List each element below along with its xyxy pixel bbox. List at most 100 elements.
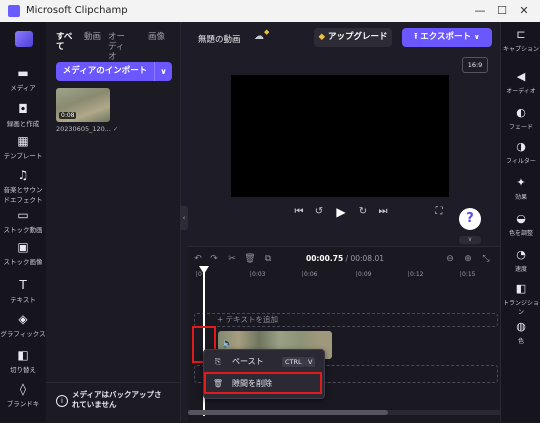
nav-label: テキスト xyxy=(10,296,36,304)
skip-end-icon[interactable]: ⏭ xyxy=(376,204,390,220)
tab-audio[interactable]: オーディオ xyxy=(108,32,130,62)
close-button[interactable]: ✕ xyxy=(514,3,534,19)
panel-fade[interactable]: ◐ フェード xyxy=(501,106,540,131)
project-name[interactable]: 無題の動画 xyxy=(198,33,241,45)
paste-label: ペースト xyxy=(232,357,264,366)
forward-5s-icon[interactable]: ↻ xyxy=(356,204,370,220)
split-scissors-icon[interactable]: ✂ xyxy=(226,254,238,264)
tab-images[interactable]: 画像 xyxy=(148,32,170,42)
nav-graphics[interactable]: ◈ グラフィックス xyxy=(0,312,46,338)
video-preview[interactable] xyxy=(231,75,449,197)
panel-color-adjust[interactable]: ◒ 色を調整 xyxy=(501,212,540,237)
ruler-tick: 0:12 xyxy=(407,271,424,278)
info-icon: i xyxy=(56,395,68,407)
transition-icon: ◧ xyxy=(515,282,527,295)
music-note-icon: ♫ xyxy=(17,168,29,182)
diamond-icon: ◆ xyxy=(318,32,326,42)
panel-transition[interactable]: ◧ トランジション xyxy=(501,282,540,316)
delete-trash-icon[interactable]: 🗑 xyxy=(244,254,256,264)
backup-text: メディアはバックアップされていません xyxy=(72,390,162,409)
minimize-button[interactable]: — xyxy=(470,3,490,19)
properties-panel: ⊏ キャプション ◀ オーディオ ◐ フェード ◑ フィルター ✦ 効果 ◒ 色を調整 ◔ 速… xyxy=(500,22,540,422)
add-text-placeholder: + テキストを追加 xyxy=(217,315,278,324)
duplicate-icon[interactable]: ⧉ xyxy=(262,254,274,264)
stock-video-icon: ▭ xyxy=(17,208,29,222)
nav-text[interactable]: T テキスト xyxy=(0,278,46,304)
speed-gauge-icon: ◔ xyxy=(516,248,526,261)
clipchamp-logo-icon xyxy=(15,31,33,47)
fit-to-screen-icon[interactable]: ⤡ xyxy=(480,254,492,264)
delete-gap-highlight xyxy=(204,372,322,394)
help-button[interactable]: ? xyxy=(459,208,481,230)
timeline-scrollbar[interactable] xyxy=(188,410,500,415)
nav-stock-video[interactable]: ▭ ストック動画 xyxy=(0,208,46,234)
nav-label: テンプレート xyxy=(3,152,43,160)
import-media-label: メディアのインポート xyxy=(62,66,148,76)
rewind-5s-icon[interactable]: ↺ xyxy=(312,204,326,220)
brand-kit-icon: ◊ xyxy=(20,382,26,396)
premium-diamond-icon: ◆ xyxy=(264,28,270,36)
ruler-tick: 0:06 xyxy=(301,271,318,278)
collapse-panel-button[interactable]: ‹ xyxy=(180,206,188,230)
upgrade-button[interactable]: ◆ アップグレード xyxy=(314,28,392,47)
nav-templates[interactable]: ▦ テンプレート xyxy=(0,134,46,160)
shortcut-v: V xyxy=(305,357,316,367)
panel-speed[interactable]: ◔ 速度 xyxy=(501,248,540,273)
nav-media[interactable]: ▬ メディア xyxy=(0,66,46,92)
ruler-tick: 0 xyxy=(196,271,202,278)
chevron-down-icon[interactable]: ∨ xyxy=(155,62,172,81)
color-palette-icon: ◍ xyxy=(516,320,526,333)
effects-wand-icon: ✦ xyxy=(516,176,526,189)
panel-color[interactable]: ◍ 色 xyxy=(501,320,540,345)
panel-effects[interactable]: ✦ 効果 xyxy=(501,176,540,201)
text-track[interactable]: + テキストを追加 xyxy=(194,313,498,327)
playback-controls: ⏮ ↺ ▶ ↻ ⏭ ⛶ xyxy=(188,204,500,220)
clipchamp-app-icon xyxy=(8,5,20,17)
clip-audio-icon: 🔈 xyxy=(222,339,234,349)
stock-image-icon: ▣ xyxy=(17,240,29,254)
timeline-ruler[interactable]: 0 0:03 0:06 0:09 0:12 0:15 xyxy=(194,271,494,281)
tab-video[interactable]: 動画 xyxy=(84,32,106,42)
nav-transitions[interactable]: ◧ 切り替え xyxy=(0,348,46,374)
zoom-out-icon[interactable]: ⊖ xyxy=(444,254,456,264)
media-thumbnail[interactable]: 0:08 xyxy=(56,88,110,122)
window-title: Microsoft Clipchamp xyxy=(26,5,128,16)
redo-icon[interactable]: ↷ xyxy=(208,254,220,264)
nav-music[interactable]: ♫ 音楽とサウンドエフェクト xyxy=(0,168,46,204)
nav-label: 切り替え xyxy=(10,366,36,374)
fullscreen-icon[interactable]: ⛶ xyxy=(432,204,446,220)
nav-stock-image[interactable]: ▣ ストック画像 xyxy=(0,240,46,266)
panel-audio[interactable]: ◀ オーディオ xyxy=(501,70,540,95)
chevron-down-icon: ∨ xyxy=(473,33,480,41)
nav-label: 録画と作成 xyxy=(6,120,40,128)
nav-label: 音楽とサウンドエフェクト xyxy=(3,186,43,204)
export-button[interactable]: ⭱ エクスポート ∨ xyxy=(402,28,492,47)
media-filename: 20230605_120... ✓ xyxy=(56,125,119,133)
nav-label: ブランドキ xyxy=(6,400,40,408)
menu-item-paste[interactable]: ⎘ ペースト CTRL V xyxy=(204,352,324,372)
nav-label: ストック画像 xyxy=(3,258,43,266)
import-media-button[interactable]: メディアのインポート ∨ xyxy=(56,62,172,81)
ruler-tick: 0:09 xyxy=(355,271,372,278)
scrollbar-thumb[interactable] xyxy=(188,410,388,415)
aspect-ratio-button[interactable]: 16:9 xyxy=(462,57,488,73)
text-icon: T xyxy=(19,278,27,292)
collapse-timeline-button[interactable]: ∨ xyxy=(459,236,481,244)
filter-icon: ◑ xyxy=(516,140,526,153)
tab-all[interactable]: すべて xyxy=(56,32,78,52)
ruler-tick: 0:03 xyxy=(249,271,266,278)
panel-captions[interactable]: ⊏ キャプション xyxy=(501,28,540,53)
timecode: 00:00.75 / 00:08.01 xyxy=(306,254,385,263)
nav-brand-kit[interactable]: ◊ ブランドキ xyxy=(0,382,46,408)
zoom-in-icon[interactable]: ⊕ xyxy=(462,254,474,264)
panel-filter[interactable]: ◑ フィルター xyxy=(501,140,540,165)
paste-icon: ⎘ xyxy=(214,357,222,366)
maximize-button[interactable]: ☐ xyxy=(492,3,512,19)
skip-start-icon[interactable]: ⏮ xyxy=(292,204,306,220)
templates-icon: ▦ xyxy=(17,134,29,148)
nav-record[interactable]: ◘ 録画と作成 xyxy=(0,102,46,128)
undo-icon[interactable]: ↶ xyxy=(192,254,204,264)
ruler-tick: 0:15 xyxy=(459,271,476,278)
play-icon[interactable]: ▶ xyxy=(334,204,348,220)
backup-notice[interactable]: i メディアはバックアップされていません xyxy=(46,382,180,423)
